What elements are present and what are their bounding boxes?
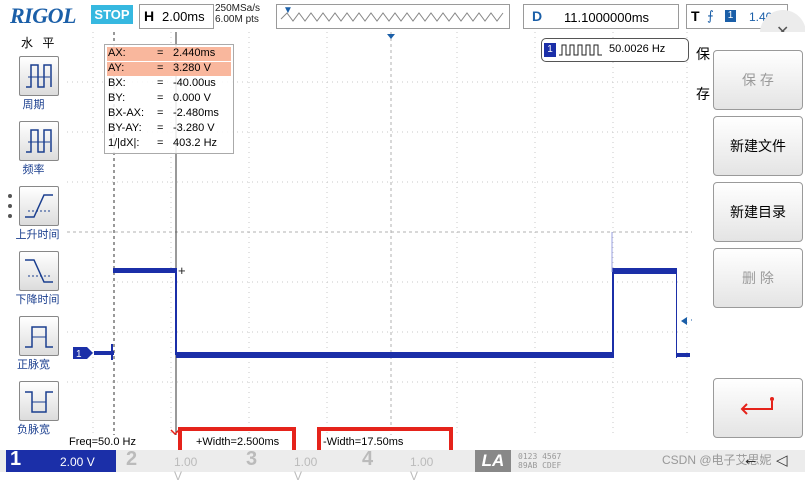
freq-counter-value: 50.0026 Hz — [609, 43, 666, 55]
trigger-source: 1 — [725, 10, 736, 22]
channel-3-scale: 1.00 V — [294, 455, 318, 483]
save-button[interactable]: 保 存 — [713, 50, 803, 110]
frequency-icon — [26, 129, 52, 153]
horizontal-key: H — [144, 8, 155, 24]
digital-channels-row-2: 89AB CDEF — [518, 461, 562, 470]
positive-width-button[interactable] — [19, 316, 59, 356]
negative-width-label: 负脉宽 — [17, 424, 50, 436]
horizontal-scale-value: 2.00ms — [162, 9, 205, 24]
cursor-row-by-ay: BY-AY: = -3.280 V — [108, 122, 215, 134]
fall-time-label: 下降时间 — [15, 294, 60, 306]
channel-4-number: 4 — [362, 448, 374, 470]
run-stop-badge[interactable]: STOP — [91, 5, 133, 24]
frequency-label: 频率 — [22, 164, 45, 176]
right-menu-title: 保 — [696, 46, 710, 62]
right-menu-title-2: 存 — [696, 86, 710, 102]
sample-rate: 250MSa/s — [215, 3, 261, 14]
cursor-row-by: BY: = 0.000 V — [108, 92, 211, 104]
rising-edge-icon: ⨍ — [707, 8, 714, 23]
digital-channels-indicator: 0123 4567 89AB CDEF — [518, 452, 561, 470]
delay-key: D — [532, 8, 543, 24]
cursor-row-bx-ax: BX-AX: = -2.480ms — [108, 107, 219, 119]
channel-1-tab[interactable]: 1 2.00 V — [6, 448, 116, 472]
delay-box[interactable]: D 11.1000000ms — [523, 4, 679, 29]
digital-channels-row-1: 0123 4567 — [518, 452, 562, 461]
page-dot-2 — [8, 204, 12, 208]
memory-overview-strip — [276, 4, 510, 29]
horizontal-scale-box[interactable]: H 2.00ms — [139, 4, 214, 29]
channel-2-scale: 1.00 V — [174, 455, 198, 483]
new-file-button[interactable]: 新建文件 — [713, 116, 803, 176]
cursor-crosshair-icon: + — [178, 263, 186, 278]
logic-analyzer-tab[interactable]: LA — [475, 450, 511, 472]
acquisition-info: 250MSa/s 6.00M pts — [215, 3, 260, 25]
rise-time-button[interactable] — [19, 186, 59, 226]
channel-2-number: 2 — [126, 448, 138, 470]
page-dot-1 — [8, 194, 12, 198]
page-dot-3 — [8, 214, 12, 218]
period-label: 周期 — [22, 99, 45, 111]
channel-4-scale: 1.00 V — [410, 455, 434, 483]
back-button[interactable] — [713, 378, 803, 438]
positive-width-label: 正脉宽 — [17, 359, 50, 371]
frequency-counter: 1 50.0026 Hz — [541, 38, 689, 62]
fall-time-icon — [25, 259, 53, 283]
memory-depth: 6.00M pts — [215, 14, 259, 25]
pulse-train-icon — [559, 44, 602, 56]
delete-button[interactable]: 删 除 — [713, 248, 803, 308]
cursor-row-bx: BX: = -40.00us — [108, 77, 216, 89]
trigger-time-marker-icon — [387, 34, 395, 39]
negative-width-icon — [25, 391, 53, 413]
rise-time-icon — [25, 194, 53, 218]
left-menu-title: 水 平 — [21, 36, 58, 50]
cursor-row-ay: AY: = 3.280 V — [107, 62, 231, 76]
negative-width-button[interactable] — [19, 381, 59, 421]
trigger-position-marker-icon: ▼ — [283, 5, 293, 16]
cursor-row-ax: AX: = 2.440ms — [107, 47, 231, 61]
memory-overview-wave — [280, 12, 504, 22]
frequency-button[interactable] — [19, 121, 59, 161]
freq-measurement: Freq=50.0 Hz — [69, 436, 136, 448]
period-icon — [26, 64, 52, 88]
usb-icon: ⭠ — [745, 452, 757, 468]
cursor-row-inv-dx: 1/|dX|: = 403.2 Hz — [108, 137, 218, 149]
ch1-ground-label: 1 — [76, 349, 82, 360]
return-arrow-icon — [740, 397, 774, 415]
fall-time-button[interactable] — [19, 251, 59, 291]
channel-3-number: 3 — [246, 448, 258, 470]
cursor-readout-panel: AX: = 2.440ms AY: = 3.280 V BX: = -40.00us BY:… — [104, 44, 234, 154]
period-button[interactable] — [19, 56, 59, 96]
speaker-icon[interactable]: ◁ — [776, 451, 788, 469]
rise-time-label: 上升时间 — [15, 229, 60, 241]
rigol-logo: RIGOL — [10, 3, 76, 28]
new-directory-button[interactable]: 新建目录 — [713, 182, 803, 242]
channel-1-number: 1 — [10, 448, 22, 470]
channel-1-scale: 2.00 V — [60, 455, 95, 469]
delay-value: 11.1000000ms — [564, 10, 650, 25]
trigger-key: T — [691, 8, 700, 24]
positive-width-icon — [25, 326, 53, 348]
freq-channel-badge: 1 — [544, 43, 556, 57]
